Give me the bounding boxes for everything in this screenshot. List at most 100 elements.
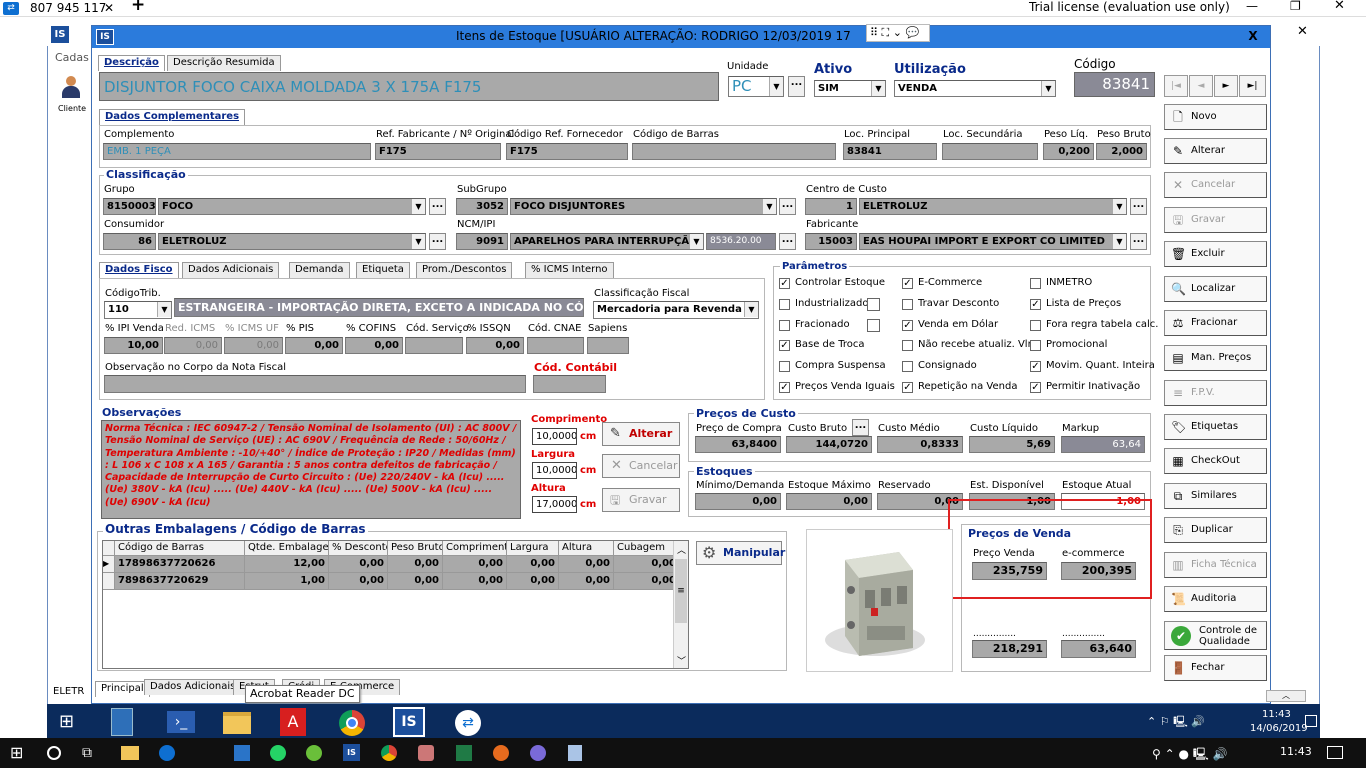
scroll-thumb[interactable]: ≡ [675,559,687,623]
ativo-select[interactable]: SIM ▼ [814,80,886,97]
side-button-checkout[interactable]: ▦ CheckOut [1164,448,1267,474]
grupo-select[interactable]: FOCO ▼ [158,198,426,215]
grid-cell[interactable]: 0,00 [507,556,559,573]
ncm-select[interactable]: APARELHOS PARA INTERRUPÇÃO, ▼ [510,233,704,250]
grid-column-header[interactable]: % Desconto [329,541,388,556]
largura-field[interactable]: 10,0000 [532,462,577,479]
tab-dados-complementares[interactable]: Dados Complementares [99,109,246,125]
loc-principal-field[interactable]: 83841 [843,143,937,160]
subgrupo-lookup-button[interactable]: ... [779,198,796,215]
remote-floating-toolbar[interactable]: ⠿ ⛶ ⌄ 💬 [866,24,930,42]
custo-liquido-field[interactable]: 5,69 [969,436,1055,453]
search-icon[interactable] [47,746,61,760]
markup-field[interactable]: 63,64 [1061,436,1145,453]
custo-compra-field[interactable]: 63,8400 [695,436,781,453]
param-checkbox[interactable] [902,340,913,351]
tab-principal[interactable]: Principal [95,681,150,697]
tab-prom-descontos[interactable]: Prom./Descontos [416,262,513,278]
grid-cell[interactable]: 17898637720626 [115,556,245,573]
chrome-local-icon[interactable] [381,745,397,761]
chevron-down-icon[interactable]: ▼ [871,81,885,96]
custo-medio-field[interactable]: 0,8333 [877,436,963,453]
param-checkbox[interactable]: ✓ [1030,299,1041,310]
centro-lookup-button[interactable]: ... [1130,198,1147,215]
grid-column-header[interactable]: Peso Bruto [388,541,443,556]
param-extra-checkbox[interactable] [867,298,880,311]
green-app-icon[interactable] [306,745,322,761]
consumidor-select[interactable]: ELETROLUZ ▼ [158,233,426,250]
side-button-duplicar[interactable]: ⎘ Duplicar [1164,517,1267,543]
side-button-etiquetas[interactable]: 🏷 Etiquetas [1164,414,1267,440]
param-checkbox[interactable] [1030,278,1041,289]
nav-last-button[interactable]: ►| [1239,75,1266,97]
chevron-down-icon[interactable]: ▼ [1112,199,1126,214]
grid-column-header[interactable]: Altura [559,541,614,556]
side-button-auditoria[interactable]: 📜 Auditoria [1164,586,1267,612]
param-checkbox[interactable]: ✓ [902,278,913,289]
side-panel-expand[interactable]: ︿ [1266,690,1306,702]
extra-price-1-field[interactable]: 218,291 [972,640,1047,658]
tab-dados-adicionais-bottom[interactable]: Dados Adicionais [144,679,242,695]
excel-icon[interactable] [456,745,472,761]
side-button-cancelar[interactable]: ✕ Cancelar [1164,172,1267,198]
chevron-down-icon[interactable]: ▼ [769,77,783,96]
grid-cell[interactable]: 0,00 [559,556,614,573]
grid-cell[interactable]: 0,00 [614,573,680,590]
altura-field[interactable]: 17,0000 [532,496,577,513]
tab-descricao-resumida[interactable]: Descrição Resumida [167,55,281,71]
is-local-icon[interactable]: IS [343,744,360,761]
peso-bruto-field[interactable]: 2,000 [1096,143,1147,160]
explorer-icon[interactable] [121,746,139,760]
minimize-icon[interactable]: — [1246,0,1258,12]
server-icon[interactable] [111,708,133,736]
grid-column-header[interactable]: Código de Barras [115,541,245,556]
param-extra-checkbox[interactable] [867,319,880,332]
side-button-fechar[interactable]: 🚪 Fechar [1164,655,1267,681]
param-checkbox[interactable]: ✓ [1030,361,1041,372]
session-id[interactable]: 807 945 117 [30,2,106,14]
side-button-f-p-v[interactable]: ≡ F.P.V. [1164,380,1267,406]
chevron-down-icon[interactable]: ▼ [1041,81,1055,96]
param-checkbox[interactable] [779,320,790,331]
param-checkbox[interactable]: ✓ [779,340,790,351]
complemento-field[interactable]: EMB. 1 PEÇA [103,143,371,160]
fabricante-code-field[interactable]: 15003 [805,233,857,250]
nav-first-button[interactable]: |◄ [1164,75,1188,97]
grid-column-header[interactable]: Comprimento [443,541,507,556]
windows-start-icon[interactable]: ⊞ [59,712,81,732]
tab-close-icon[interactable]: ✕ [104,2,114,14]
grid-cell[interactable]: 7898637720629 [115,573,245,590]
ncm-lookup-button[interactable]: ... [779,233,796,250]
cod-contabil-field[interactable] [533,375,606,393]
file-explorer-icon[interactable] [223,712,251,734]
issqn-field[interactable]: 0,00 [466,337,524,354]
nav-prev-button[interactable]: ◄ [1189,75,1213,97]
windows-logo-icon[interactable]: ⊞ [10,744,28,762]
grid-cell[interactable]: 0,00 [443,573,507,590]
fabricante-lookup-button[interactable]: ... [1130,233,1147,250]
tab-demanda[interactable]: Demanda [289,262,350,278]
circle-app-icon[interactable] [530,745,546,761]
paint-icon[interactable] [418,745,434,761]
utilizacao-select[interactable]: VENDA ▼ [894,80,1056,97]
unidade-select[interactable]: PC ▼ [728,76,784,97]
side-button-ficha-tecnica[interactable]: ▥ Ficha Técnica [1164,552,1267,578]
dims-cancelar-button[interactable]: ✕ Cancelar [602,454,680,478]
dims-gravar-button[interactable]: 🖫 Gravar [602,488,680,512]
side-button-excluir[interactable]: 🗑 Excluir [1164,241,1267,267]
chevron-down-icon[interactable]: ▼ [157,302,171,317]
ref-fab-field[interactable]: F175 [375,143,501,160]
param-checkbox[interactable]: ✓ [902,320,913,331]
grid-cell[interactable]: 1,00 [245,573,329,590]
chevron-down-icon[interactable]: ▼ [411,234,425,249]
class-fiscal-select[interactable]: Mercadoria para Revenda ▼ [593,301,759,319]
codtrib-select[interactable]: 110 ▼ [104,301,172,319]
param-checkbox[interactable] [902,299,913,310]
grid-cell[interactable]: 0,00 [443,556,507,573]
param-checkbox[interactable] [1030,340,1041,351]
cod-forn-field[interactable]: F175 [506,143,628,160]
obs-nota-field[interactable] [104,375,526,393]
custo-bruto-field[interactable]: 144,0720 [786,436,872,453]
fabricante-select[interactable]: EAS HOUPAI IMPORT E EXPORT CO LIMITED ▼ [859,233,1127,250]
chevron-down-icon[interactable]: ▼ [744,302,758,317]
